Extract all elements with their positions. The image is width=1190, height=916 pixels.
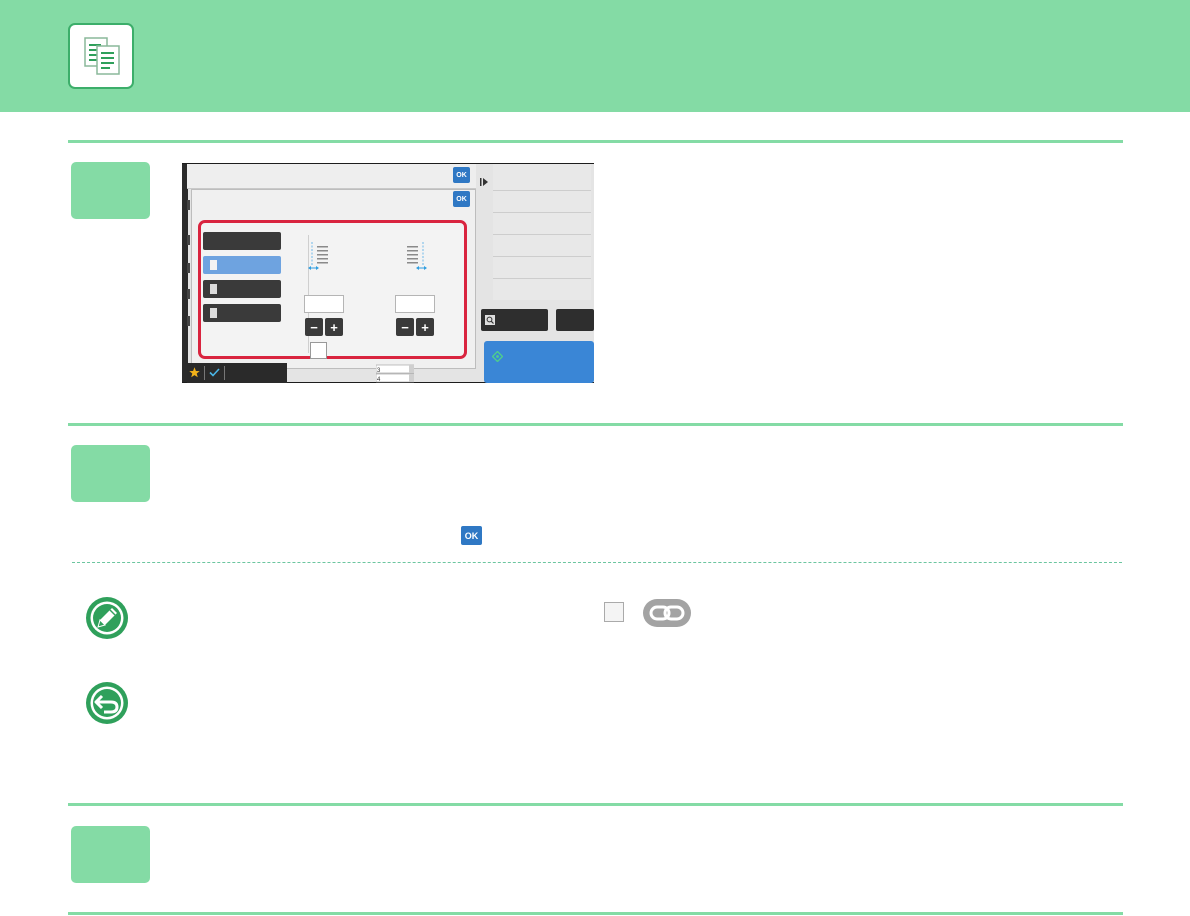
expand-arrow-icon [480,178,488,186]
highlight-frame: − + − + [198,220,467,359]
checkmark-icon[interactable] [209,368,220,377]
screen-tab [187,263,190,273]
screen-tab [187,200,190,210]
screen-right-menu [493,164,591,300]
back-margin-value-field[interactable] [395,295,435,313]
margin-option-down-button[interactable] [203,304,281,322]
header-band [0,0,1190,112]
front-margin-value-field[interactable] [304,295,344,313]
section-rule [68,912,1123,915]
step-marker-3 [71,826,150,883]
preview-button[interactable] [481,309,548,331]
front-margin-minus-button[interactable]: − [305,318,323,336]
step-marker-1 [71,162,150,219]
back-side-page-icon [407,242,427,270]
section-rule [68,140,1123,143]
front-margin-plus-button[interactable]: + [325,318,343,336]
menu-divider [493,256,591,257]
start-button[interactable] [484,341,594,383]
front-side-page-icon [308,242,328,270]
page-icon [210,308,217,318]
page-icon [210,260,217,270]
inline-checkbox-icon [604,602,624,622]
page-order-thumbnail: 3 4 [376,364,414,383]
margin-option-off-button[interactable] [203,232,281,250]
margin-option-left-button[interactable] [203,280,281,298]
screen-top-bar [187,164,476,189]
back-margin-plus-button[interactable]: + [416,318,434,336]
screen-tab [187,316,190,326]
dialog-ok-button[interactable]: OK [453,191,470,207]
link-margins-checkbox[interactable] [310,342,327,359]
menu-divider [493,234,591,235]
back-margin-minus-button[interactable]: − [396,318,414,336]
machine-screen-screenshot: OK OK − + − + 3 4 [182,163,594,383]
screen-tab [187,235,190,245]
bar-separator [204,366,205,380]
menu-divider [493,278,591,279]
secondary-button[interactable] [556,309,594,331]
chain-link-icon [643,599,691,627]
screen-left-tabs [182,164,188,382]
dashed-separator [72,562,1122,563]
magnifier-icon [485,315,495,325]
section-rule [68,423,1123,426]
ok-button[interactable]: OK [453,167,470,183]
inline-ok-key-icon: OK [461,526,482,545]
margin-option-right-button[interactable] [203,256,281,274]
screen-tab [187,289,190,299]
bar-separator [224,366,225,380]
section-rule [68,803,1123,806]
copy-document-icon [68,23,134,89]
menu-divider [493,212,591,213]
star-icon[interactable] [189,367,200,378]
menu-divider [493,190,591,191]
screen-bottom-bar [187,363,287,383]
start-diamond-icon [492,351,503,362]
return-arrow-icon [86,682,128,724]
step-marker-2 [71,445,150,502]
pencil-note-icon [86,597,128,639]
page-icon [210,284,217,294]
